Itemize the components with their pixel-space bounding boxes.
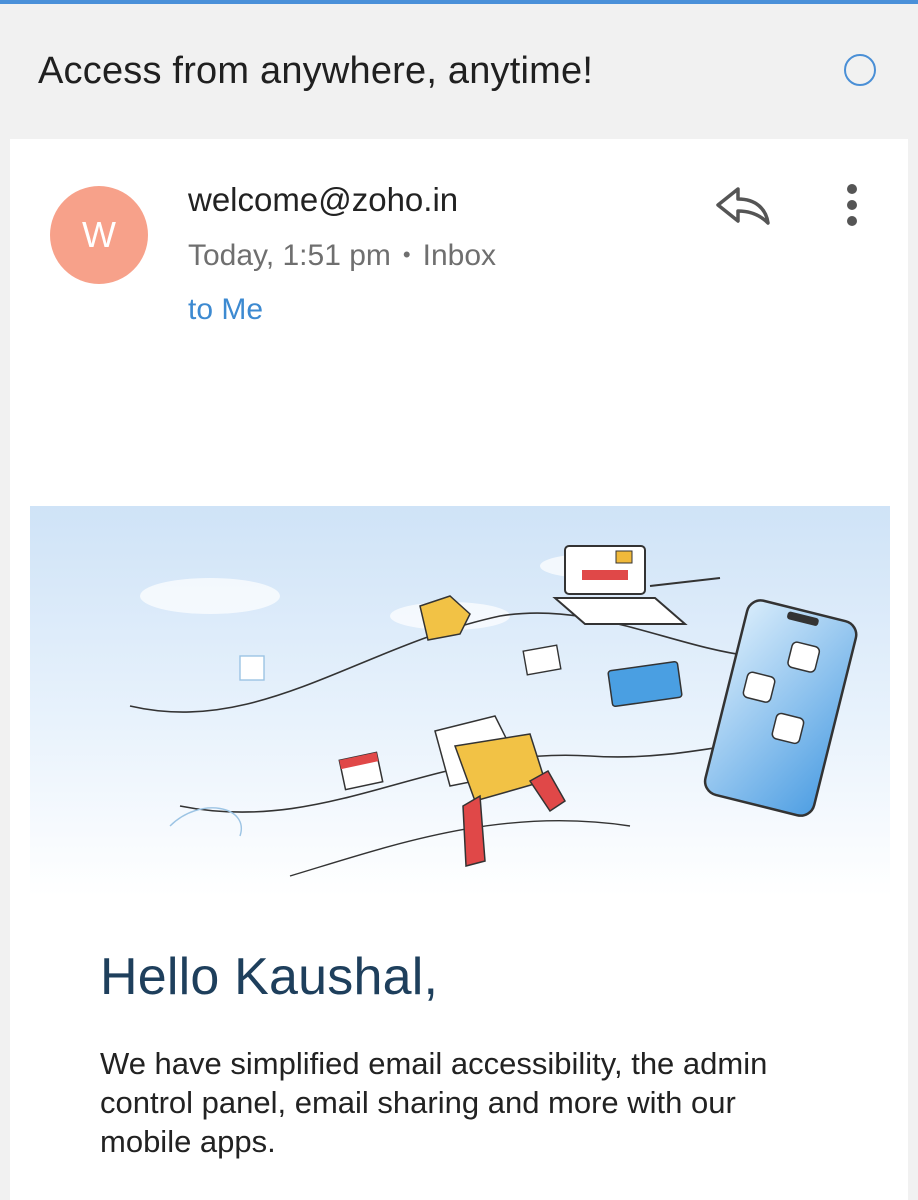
email-subject: Access from anywhere, anytime!	[38, 50, 594, 92]
message-meta: Today, 1:51 pm • Inbox	[188, 239, 496, 273]
hero-illustration	[30, 506, 890, 896]
sender-avatar: W	[50, 186, 148, 284]
message-card: W welcome@zoho.in Today, 1:51 pm • Inbox t…	[10, 139, 908, 1200]
sender-address[interactable]: welcome@zoho.in	[188, 181, 458, 219]
unread-circle-icon[interactable]	[844, 54, 876, 86]
message-date: Today, 1:51 pm	[188, 239, 391, 272]
recipient-link[interactable]: to Me	[188, 293, 263, 327]
more-vertical-icon[interactable]	[836, 181, 868, 229]
greeting-heading: Hello Kaushal,	[100, 948, 439, 1006]
body-paragraph: We have simplified email accessibility, …	[100, 1046, 768, 1159]
meta-separator: •	[402, 242, 411, 267]
reply-icon[interactable]	[710, 183, 774, 227]
subject-bar: Access from anywhere, anytime!	[0, 4, 918, 138]
message-folder[interactable]: Inbox	[423, 239, 496, 272]
